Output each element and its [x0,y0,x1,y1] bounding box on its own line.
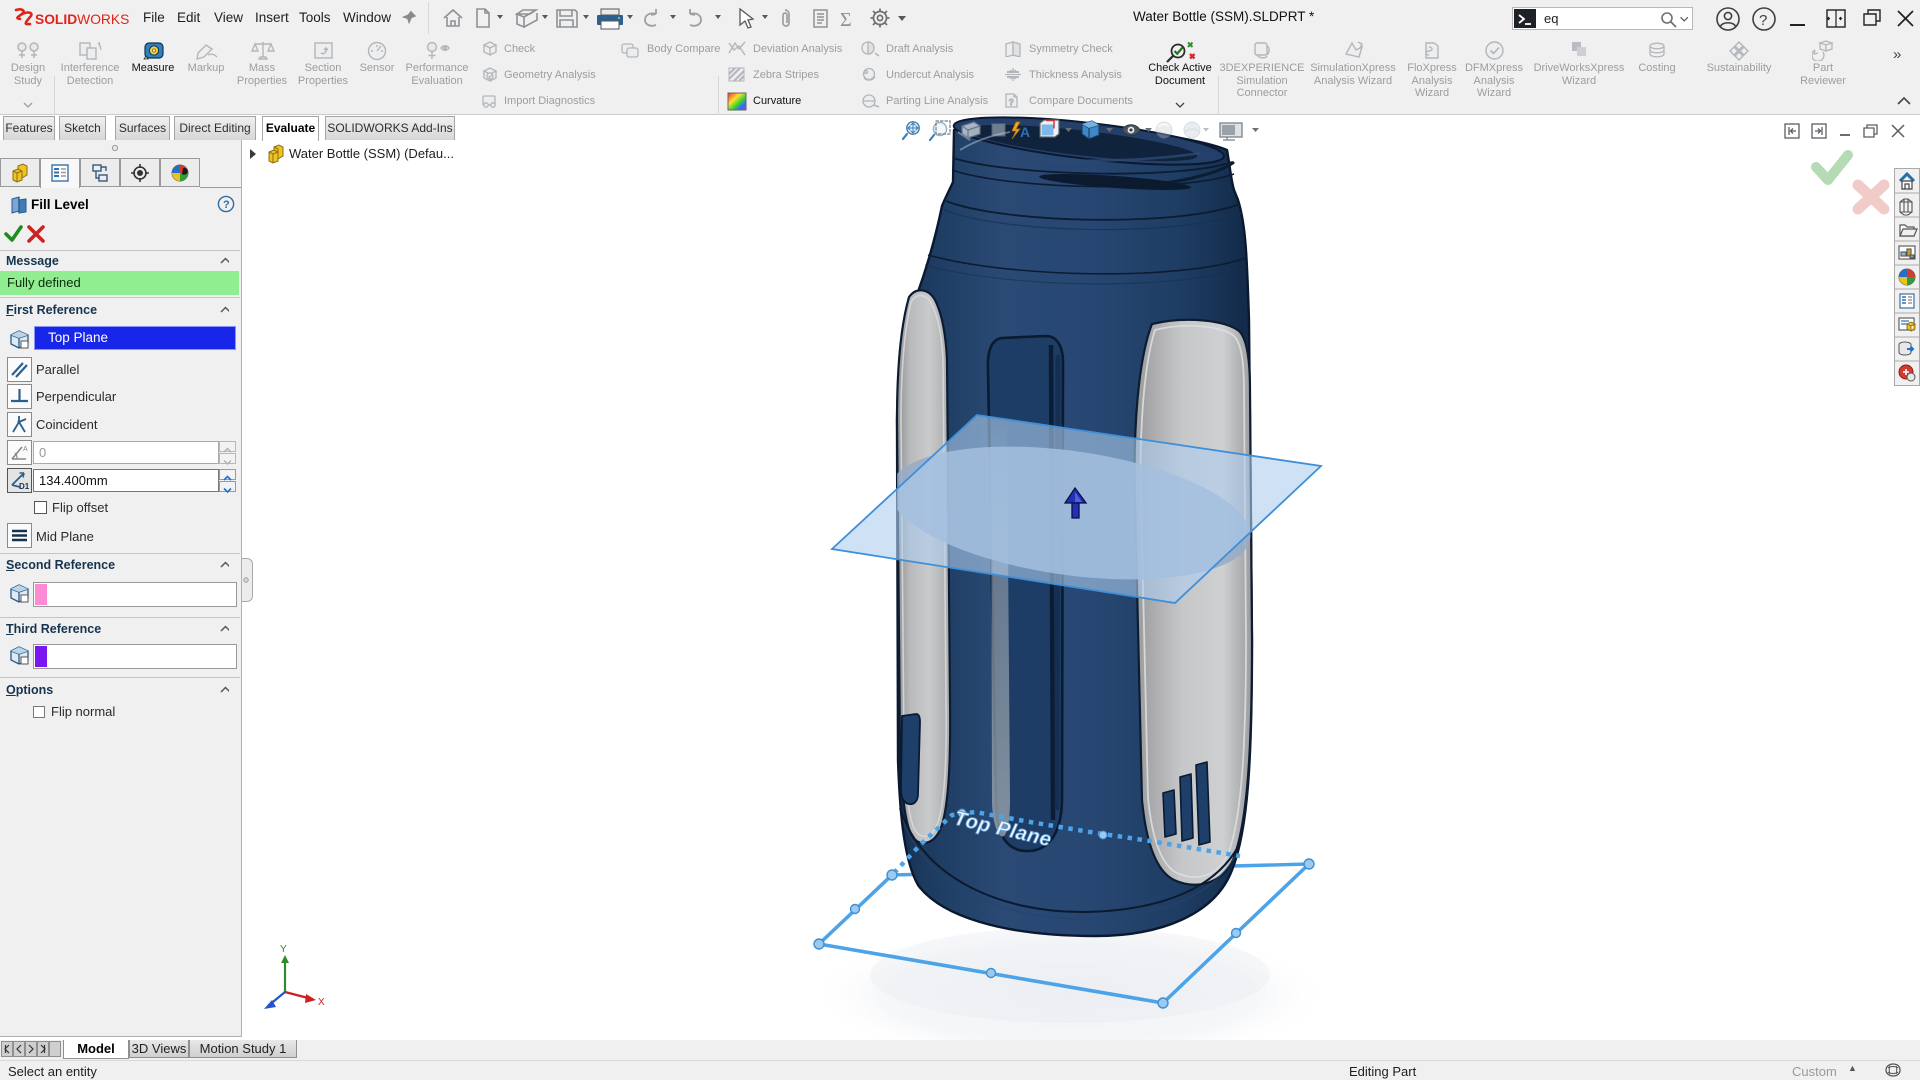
svg-text:A: A [23,446,28,453]
svg-text:Σ: Σ [840,9,852,31]
svg-text:?: ? [1759,12,1767,29]
svg-text:X: X [318,997,325,1008]
svg-text:SOLIDWORKS: SOLIDWORKS [35,12,129,27]
svg-text:D1: D1 [19,482,30,491]
svg-text:?: ? [1009,98,1014,107]
svg-text:A: A [1020,124,1030,140]
svg-text:Y: Y [280,944,287,955]
svg-text:?: ? [223,199,230,211]
